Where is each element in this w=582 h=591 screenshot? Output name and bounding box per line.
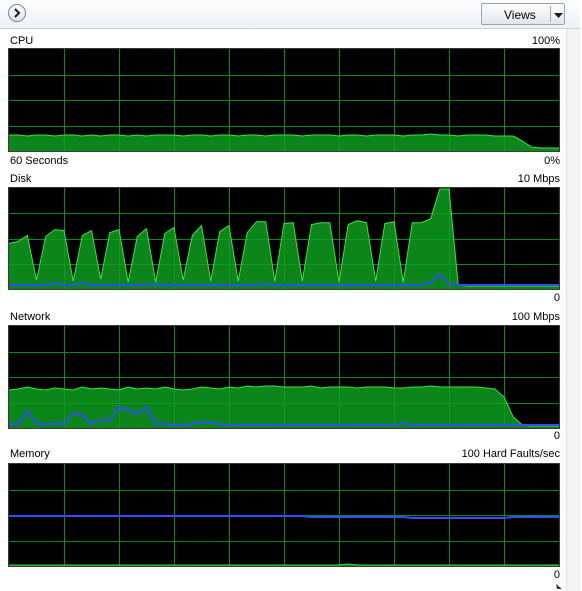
cpu-max-label: 100%	[531, 35, 560, 47]
collapse-panel-button[interactable]	[8, 4, 26, 22]
network-graph-canvas	[9, 326, 559, 428]
disk-graph	[8, 187, 560, 290]
views-separator	[550, 6, 551, 22]
disk-min-label: 0	[553, 292, 560, 304]
cpu-min-label: 0%	[544, 155, 560, 167]
memory-min-label: 0	[553, 569, 560, 581]
memory-title: Memory	[10, 448, 50, 460]
chevron-right-icon	[14, 8, 21, 18]
cpu-graph-canvas	[9, 49, 559, 151]
disk-title: Disk	[10, 173, 32, 185]
memory-max-label: 100 Hard Faults/sec	[461, 448, 560, 460]
network-max-label: 100 Mbps	[511, 311, 560, 323]
memory-graph	[8, 463, 560, 567]
memory-graph-canvas	[9, 464, 559, 566]
cpu-primary-area	[9, 134, 559, 151]
network-min-label: 0	[553, 430, 560, 442]
disk-max-label: 10 Mbps	[517, 173, 560, 185]
cpu-time-label: 60 Seconds	[10, 155, 69, 167]
network-title: Network	[10, 311, 51, 323]
network-graph	[8, 325, 560, 429]
cpu-graph	[8, 48, 560, 152]
cpu-title: CPU	[10, 35, 34, 47]
resize-grip-icon[interactable]	[554, 581, 564, 591]
views-dropdown-button[interactable]: Views	[481, 3, 565, 25]
vertical-scrollbar[interactable]	[566, 29, 581, 591]
disk-graph-canvas	[9, 188, 559, 289]
toolbar: Views	[0, 0, 580, 29]
views-label: Views	[504, 8, 536, 22]
network-primary-area	[9, 386, 559, 428]
chevron-down-icon[interactable]	[553, 8, 564, 22]
